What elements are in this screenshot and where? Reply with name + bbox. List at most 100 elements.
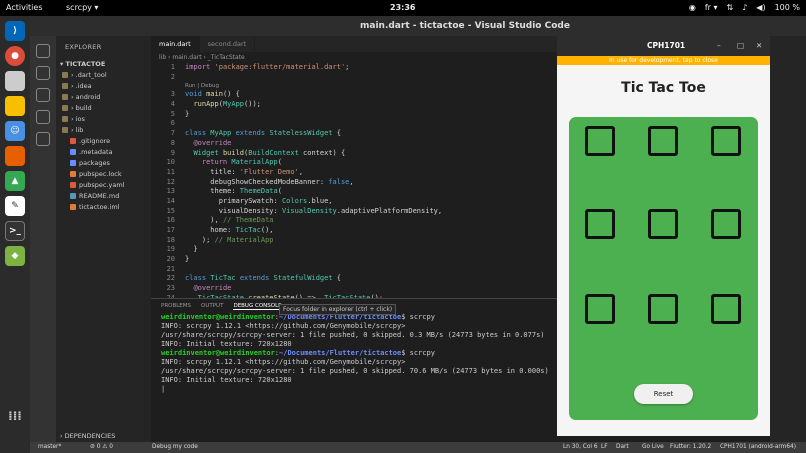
tab-debug-console[interactable]: DEBUG CONSOLE bbox=[233, 303, 282, 310]
code-line[interactable]: 6 bbox=[151, 119, 557, 129]
notes-dock-icon[interactable] bbox=[5, 96, 25, 116]
code-line[interactable]: 12 debugShowCheckedModeBanner: false, bbox=[151, 178, 557, 188]
problems-count[interactable]: ⊘ 0 ⚠ 0 bbox=[90, 442, 113, 453]
code-line[interactable]: 21 bbox=[151, 265, 557, 275]
editor-dock-icon[interactable]: ✎ bbox=[5, 196, 25, 216]
vscode-dock-icon[interactable]: ⟩ bbox=[5, 21, 25, 41]
file-tree-item[interactable]: tictactoe.iml bbox=[56, 202, 151, 213]
terminal-dock-icon[interactable]: >_ bbox=[5, 221, 25, 241]
tab-second-dart[interactable]: second.dart bbox=[200, 36, 256, 52]
drive-dock-icon[interactable]: ▲ bbox=[5, 171, 25, 191]
board-cell[interactable] bbox=[648, 126, 678, 156]
cursor-position[interactable]: Ln 30, Col 6 bbox=[563, 442, 598, 453]
maximize-icon[interactable]: □ bbox=[737, 41, 744, 50]
activities-button[interactable]: Activities bbox=[6, 3, 43, 12]
close-icon[interactable]: ✕ bbox=[756, 41, 762, 50]
show-apps-grid-icon[interactable]: ⁞⁞⁞ bbox=[5, 406, 25, 426]
line-text: } bbox=[185, 245, 198, 254]
tab-problems[interactable]: PROBLEMS bbox=[161, 303, 191, 309]
code-line[interactable]: 5} bbox=[151, 110, 557, 120]
board-cell[interactable] bbox=[711, 294, 741, 324]
dependencies-section[interactable]: › DEPENDENCIES bbox=[60, 432, 115, 440]
code-line[interactable]: 14 primarySwatch: Colors.blue, bbox=[151, 197, 557, 207]
code-lines[interactable]: 1 import 'package:flutter/material.dart';… bbox=[151, 63, 557, 304]
reset-button[interactable]: Reset bbox=[634, 384, 693, 404]
chrome-dock-icon[interactable]: ● bbox=[5, 46, 25, 66]
file-tree-item[interactable]: › .idea bbox=[56, 81, 151, 92]
code-line[interactable]: 22 class TicTac extends StatefulWidget { bbox=[151, 274, 557, 284]
debug-config[interactable]: Debug my code bbox=[152, 442, 198, 453]
language-selector[interactable]: fr ▾ bbox=[705, 3, 718, 12]
code-line[interactable]: 2 bbox=[151, 73, 557, 83]
file-tree-item[interactable]: .gitignore bbox=[56, 136, 151, 147]
line-number: 10 bbox=[166, 158, 175, 167]
flutter-version[interactable]: Flutter: 1.20.2 bbox=[670, 442, 711, 453]
search-icon[interactable] bbox=[36, 66, 50, 80]
minimize-icon[interactable]: – bbox=[717, 41, 721, 50]
file-tree-item[interactable]: pubspec.yaml bbox=[56, 180, 151, 191]
git-branch[interactable]: master* bbox=[38, 442, 61, 453]
discord-tray-icon[interactable]: ◉ bbox=[689, 3, 696, 12]
board-cell[interactable] bbox=[648, 294, 678, 324]
file-tree-item[interactable]: › build bbox=[56, 103, 151, 114]
file-tree-item[interactable]: pubspec.lock bbox=[56, 169, 151, 180]
code-line[interactable]: 19 } bbox=[151, 245, 557, 255]
eol-mode[interactable]: LF bbox=[601, 442, 608, 453]
code-line[interactable]: 17 home: TicTac(), bbox=[151, 226, 557, 236]
tab-output[interactable]: OUTPUT bbox=[201, 303, 223, 309]
code-line[interactable]: 7 class MyApp extends StatelessWidget { bbox=[151, 129, 557, 139]
file-label: README.md bbox=[79, 192, 120, 200]
code-line[interactable]: 1 import 'package:flutter/material.dart'; bbox=[151, 63, 557, 73]
code-line[interactable]: 8 @override bbox=[151, 139, 557, 149]
terminal-output[interactable]: weirdinventor@weirdinventor:~/Documents/… bbox=[151, 313, 557, 385]
files-icon[interactable] bbox=[36, 44, 50, 58]
terminal-panel[interactable]: PROBLEMS OUTPUT DEBUG CONSOLE Focus fold… bbox=[151, 298, 557, 442]
code-line[interactable]: 10 return MaterialApp( bbox=[151, 158, 557, 168]
debug-banner[interactable]: In use for development, tap to close bbox=[557, 56, 770, 65]
code-line[interactable]: 20} bbox=[151, 255, 557, 265]
code-line[interactable]: 3 void main() { bbox=[151, 90, 557, 100]
board-cell[interactable] bbox=[585, 126, 615, 156]
code-line[interactable]: 13 theme: ThemeData( bbox=[151, 187, 557, 197]
office-dock-icon[interactable] bbox=[5, 146, 25, 166]
project-root[interactable]: ▾ TICTACTOE bbox=[56, 58, 151, 70]
file-icon bbox=[70, 160, 76, 166]
code-line[interactable]: 18 ); // MaterialApp bbox=[151, 236, 557, 246]
board-cell[interactable] bbox=[648, 209, 678, 239]
code-line[interactable]: 4 runApp(MyApp()); bbox=[151, 100, 557, 110]
file-tree-item[interactable]: README.md bbox=[56, 191, 151, 202]
code-line[interactable]: 11 title: 'Flutter Demo', bbox=[151, 168, 557, 178]
terminal-cursor[interactable]: | bbox=[151, 385, 557, 394]
board-cell[interactable] bbox=[711, 209, 741, 239]
code-line[interactable]: 16 ), // ThemeData bbox=[151, 216, 557, 226]
device-selector[interactable]: CPH1701 (android-arm64) bbox=[720, 442, 796, 453]
code-line[interactable]: 9 Widget build(BuildContext context) { bbox=[151, 149, 557, 159]
file-tree-item[interactable]: › .dart_tool bbox=[56, 70, 151, 81]
file-tree-item[interactable]: .metadata bbox=[56, 147, 151, 158]
file-tree-item[interactable]: packages bbox=[56, 158, 151, 169]
tab-main-dart[interactable]: main.dart bbox=[151, 36, 200, 52]
file-tree-item[interactable]: › ios bbox=[56, 114, 151, 125]
board-cell[interactable] bbox=[585, 294, 615, 324]
android-dock-icon[interactable]: ◆ bbox=[5, 246, 25, 266]
code-editor[interactable]: main.dart second.dart lib › main.dart › … bbox=[151, 36, 557, 302]
run-debug-codelens[interactable]: Run | Debug bbox=[151, 82, 557, 90]
source-control-icon[interactable] bbox=[36, 88, 50, 102]
discord-dock-icon[interactable]: ☺ bbox=[5, 121, 25, 141]
go-live-button[interactable]: Go Live bbox=[642, 442, 664, 453]
file-tree-item[interactable]: › android bbox=[56, 92, 151, 103]
files-dock-icon[interactable] bbox=[5, 71, 25, 91]
code-line[interactable]: 23 @override bbox=[151, 284, 557, 294]
board-cell[interactable] bbox=[711, 126, 741, 156]
language-mode[interactable]: Dart bbox=[616, 442, 629, 453]
app-menu[interactable]: scrcpy ▾ bbox=[66, 3, 98, 12]
debug-icon[interactable] bbox=[36, 110, 50, 124]
board-cell[interactable] bbox=[585, 209, 615, 239]
clock[interactable]: 23:36 bbox=[390, 3, 415, 12]
scrcpy-window: CPH1701 – □ ✕ In use for development, ta… bbox=[557, 36, 770, 436]
breadcrumb[interactable]: lib › main.dart › _TicTacState bbox=[151, 52, 557, 63]
file-tree-item[interactable]: › lib bbox=[56, 125, 151, 136]
code-line[interactable]: 15 visualDensity: VisualDensity.adaptive… bbox=[151, 207, 557, 217]
system-tray[interactable]: ◉ fr ▾ ⇅ ♪ ◀) 100 % bbox=[689, 3, 800, 12]
extensions-icon[interactable] bbox=[36, 132, 50, 146]
